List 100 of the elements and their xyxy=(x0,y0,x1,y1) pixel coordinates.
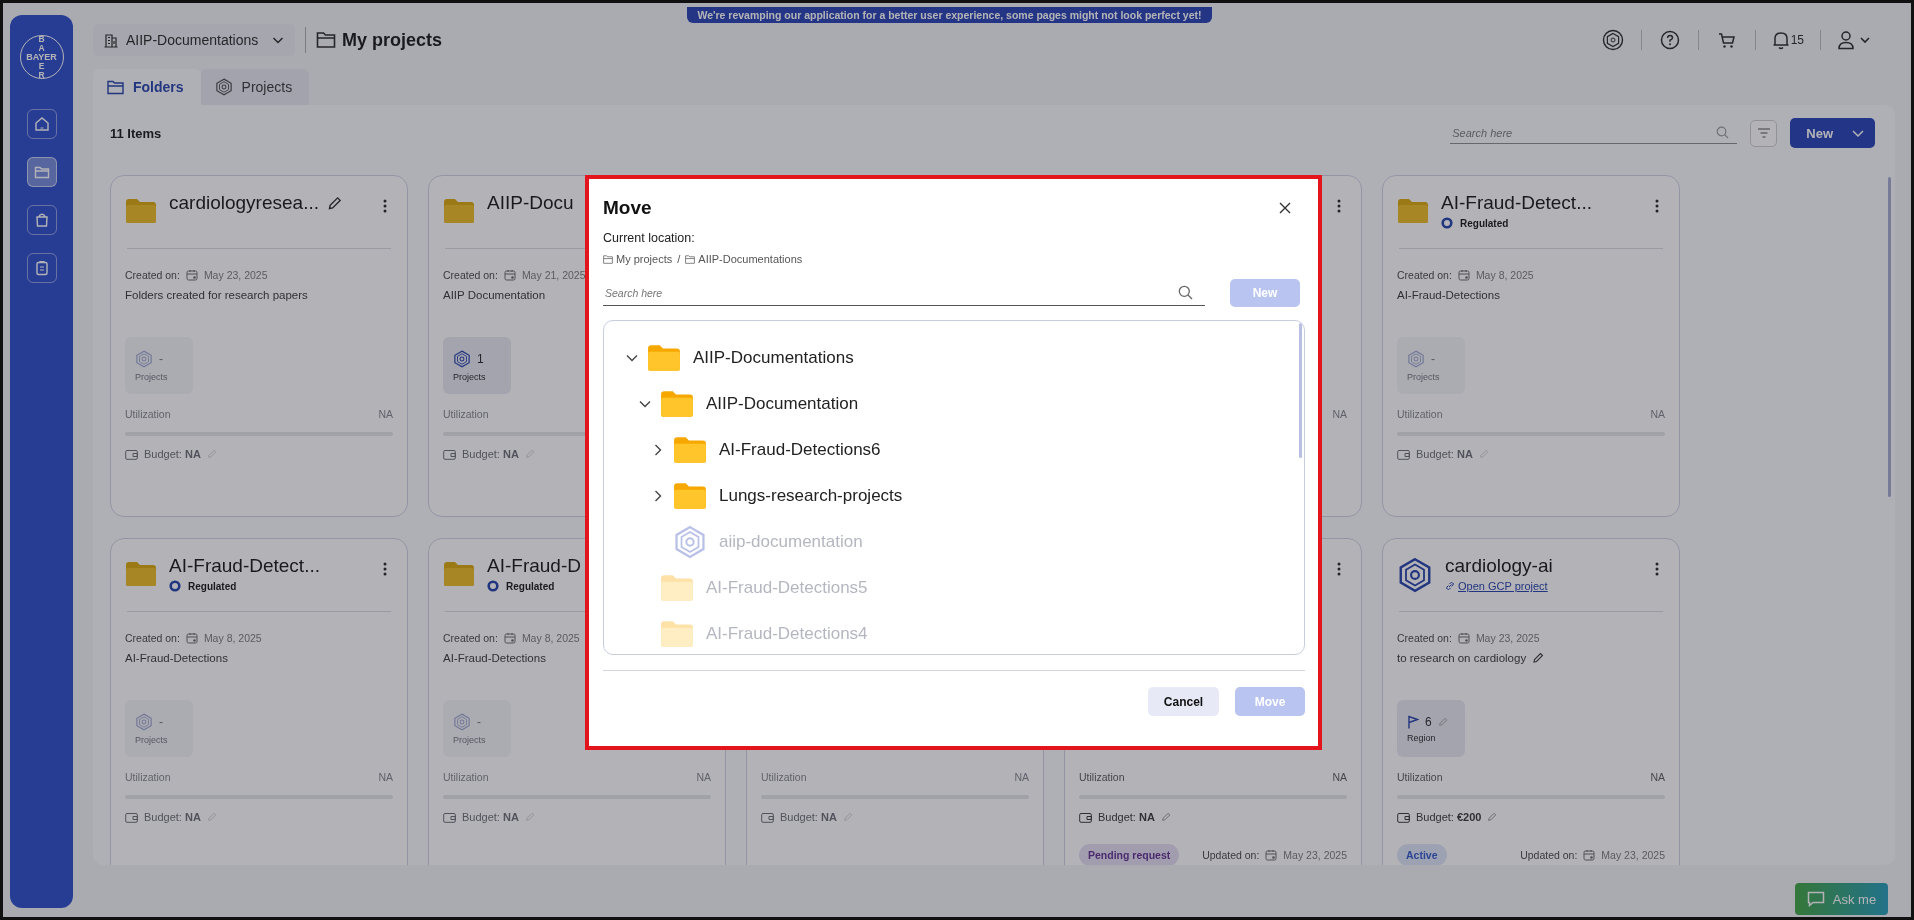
created-date: May 23, 2025 xyxy=(1475,632,1540,644)
wallet-icon xyxy=(1397,811,1410,823)
workspace-dropdown[interactable]: AIIP-Documentations xyxy=(93,24,295,56)
regulated-label: Regulated xyxy=(506,580,555,592)
scrollbar[interactable] xyxy=(1299,323,1302,458)
tab[interactable]: Projects xyxy=(200,69,310,105)
flag-icon xyxy=(1407,714,1419,729)
more-options-icon[interactable] xyxy=(1337,199,1341,213)
utilization-value: NA xyxy=(1650,771,1665,783)
utilization-label: Utilization xyxy=(443,771,489,783)
utilization-label: Utilization xyxy=(125,771,171,783)
new-button[interactable]: New xyxy=(1790,118,1875,148)
utilization-label: Utilization xyxy=(1397,771,1443,783)
stat-tile: 1 Projects xyxy=(443,337,511,394)
budget-text: Budget: €200 xyxy=(1416,811,1482,823)
card[interactable]: cardiology-ai Open GCP project Created on: May 23, 2025 to research on cardiology 6 Region Utilization NA Budget: €200 Active Updated on: May 23, 2025 xyxy=(1382,538,1680,865)
stat-tile: - Projects xyxy=(125,700,193,757)
search-field[interactable]: Search here xyxy=(603,280,1205,306)
created-label: Created on: xyxy=(125,632,180,644)
pencil-icon[interactable] xyxy=(1532,652,1545,664)
scrollbar[interactable] xyxy=(1888,177,1891,497)
folder-icon xyxy=(660,620,694,648)
search-icon xyxy=(1716,126,1730,139)
bag-icon xyxy=(33,212,50,228)
updated-date: May 23, 2025 xyxy=(1601,849,1665,861)
folder-icon xyxy=(660,390,694,418)
announcement-banner: We're revamping our application for a better user experience, some pages might not look perfect yet! xyxy=(687,7,1212,23)
calendar-icon xyxy=(185,632,198,644)
project-icon xyxy=(673,525,707,559)
hexagon-icon xyxy=(135,712,153,731)
cancel-button[interactable]: Cancel xyxy=(1148,687,1219,716)
utilization-value: NA xyxy=(1332,408,1347,420)
budget-text: Budget: NA xyxy=(1416,448,1473,460)
card[interactable]: cardiologyresea... Created on: May 23, 2025 Folders created for research papers - Projects Utilization NA Budget: NA xyxy=(110,175,408,517)
regulated-label: Regulated xyxy=(188,580,237,592)
folder-icon xyxy=(316,31,336,49)
regulated-label: Regulated xyxy=(1460,217,1509,229)
sidebar-nav-button[interactable] xyxy=(26,253,57,283)
folder-icon xyxy=(107,79,124,95)
card-title: AI-Fraud-Detect... xyxy=(1441,192,1592,214)
ring-icon xyxy=(1441,217,1453,229)
more-options-icon[interactable] xyxy=(1655,199,1659,213)
dialog-title: Move xyxy=(603,197,652,219)
created-date: May 21, 2025 xyxy=(521,269,586,281)
calendar-icon xyxy=(1457,632,1470,644)
created-label: Created on: xyxy=(1397,632,1452,644)
sidebar-nav-button[interactable] xyxy=(26,109,57,139)
calendar-icon xyxy=(503,632,516,644)
calendar-icon xyxy=(1265,849,1278,861)
budget-text: Budget: NA xyxy=(144,811,201,823)
project-icon xyxy=(1397,557,1433,593)
more-options-icon[interactable] xyxy=(383,199,387,213)
hexagon-icon xyxy=(453,349,471,368)
calendar-icon xyxy=(185,269,198,281)
card-title: cardiologyresea... xyxy=(169,192,319,214)
more-options-icon[interactable] xyxy=(383,562,387,576)
more-options-icon[interactable] xyxy=(1655,562,1659,576)
utilization-value: NA xyxy=(378,408,393,420)
breadcrumb-separator: / xyxy=(677,253,681,265)
created-date: May 8, 2025 xyxy=(203,632,262,644)
wallet-icon xyxy=(125,448,138,460)
page-title: My projects xyxy=(342,29,443,51)
tab[interactable]: Folders xyxy=(93,69,201,105)
stat-tile: 6 Region xyxy=(1397,700,1465,757)
utilization-label: Utilization xyxy=(443,408,489,420)
created-label: Created on: xyxy=(125,269,180,281)
utilization-value: NA xyxy=(1332,771,1347,783)
wallet-icon xyxy=(761,811,774,823)
stat-tile: - Projects xyxy=(1397,337,1465,394)
utilization-label: Utilization xyxy=(1397,408,1443,420)
card[interactable]: AI-Fraud-Detect... Regulated Created on: May 8, 2025 AI-Fraud-Detections - Projects Utilization NA Budget: NA xyxy=(110,538,408,865)
ring-icon xyxy=(169,580,181,592)
card[interactable]: AI-Fraud-Detect... Regulated Created on: May 8, 2025 AI-Fraud-Detections - Projects Utilization NA Budget: NA xyxy=(1382,175,1680,517)
utilization-value: NA xyxy=(378,771,393,783)
ring-icon xyxy=(487,580,499,592)
sidebar-nav-button[interactable] xyxy=(26,205,57,235)
stat-tile: - Projects xyxy=(443,700,511,757)
utilization-value: NA xyxy=(696,771,711,783)
close-icon[interactable] xyxy=(1279,202,1291,214)
more-options-icon[interactable] xyxy=(1337,562,1341,576)
hexagon-icon xyxy=(135,349,153,368)
card-description: AI-Fraud-Detections xyxy=(443,652,546,664)
pencil-icon[interactable] xyxy=(326,195,342,211)
notifications-button[interactable]: 15 xyxy=(1771,30,1804,50)
utilization-label: Utilization xyxy=(761,771,807,783)
wallet-icon xyxy=(443,811,456,823)
card-title: AI-Fraud-Detect... xyxy=(169,555,320,577)
hexagon-icon xyxy=(1407,349,1425,368)
search-field[interactable]: Search here xyxy=(1450,122,1738,144)
folder-icon xyxy=(33,164,50,180)
hexagon-icon xyxy=(214,78,233,96)
folder-icon xyxy=(443,561,475,587)
open-project-link[interactable]: Open GCP project xyxy=(1445,580,1548,592)
wallet-icon xyxy=(1397,448,1410,460)
breadcrumb-item[interactable]: My projects xyxy=(616,253,673,265)
budget-text: Budget: NA xyxy=(462,448,519,460)
projects-icon[interactable] xyxy=(1600,28,1625,52)
user-menu-button[interactable] xyxy=(1837,30,1871,50)
utilization-label: Utilization xyxy=(125,408,171,420)
wallet-icon xyxy=(443,448,456,460)
